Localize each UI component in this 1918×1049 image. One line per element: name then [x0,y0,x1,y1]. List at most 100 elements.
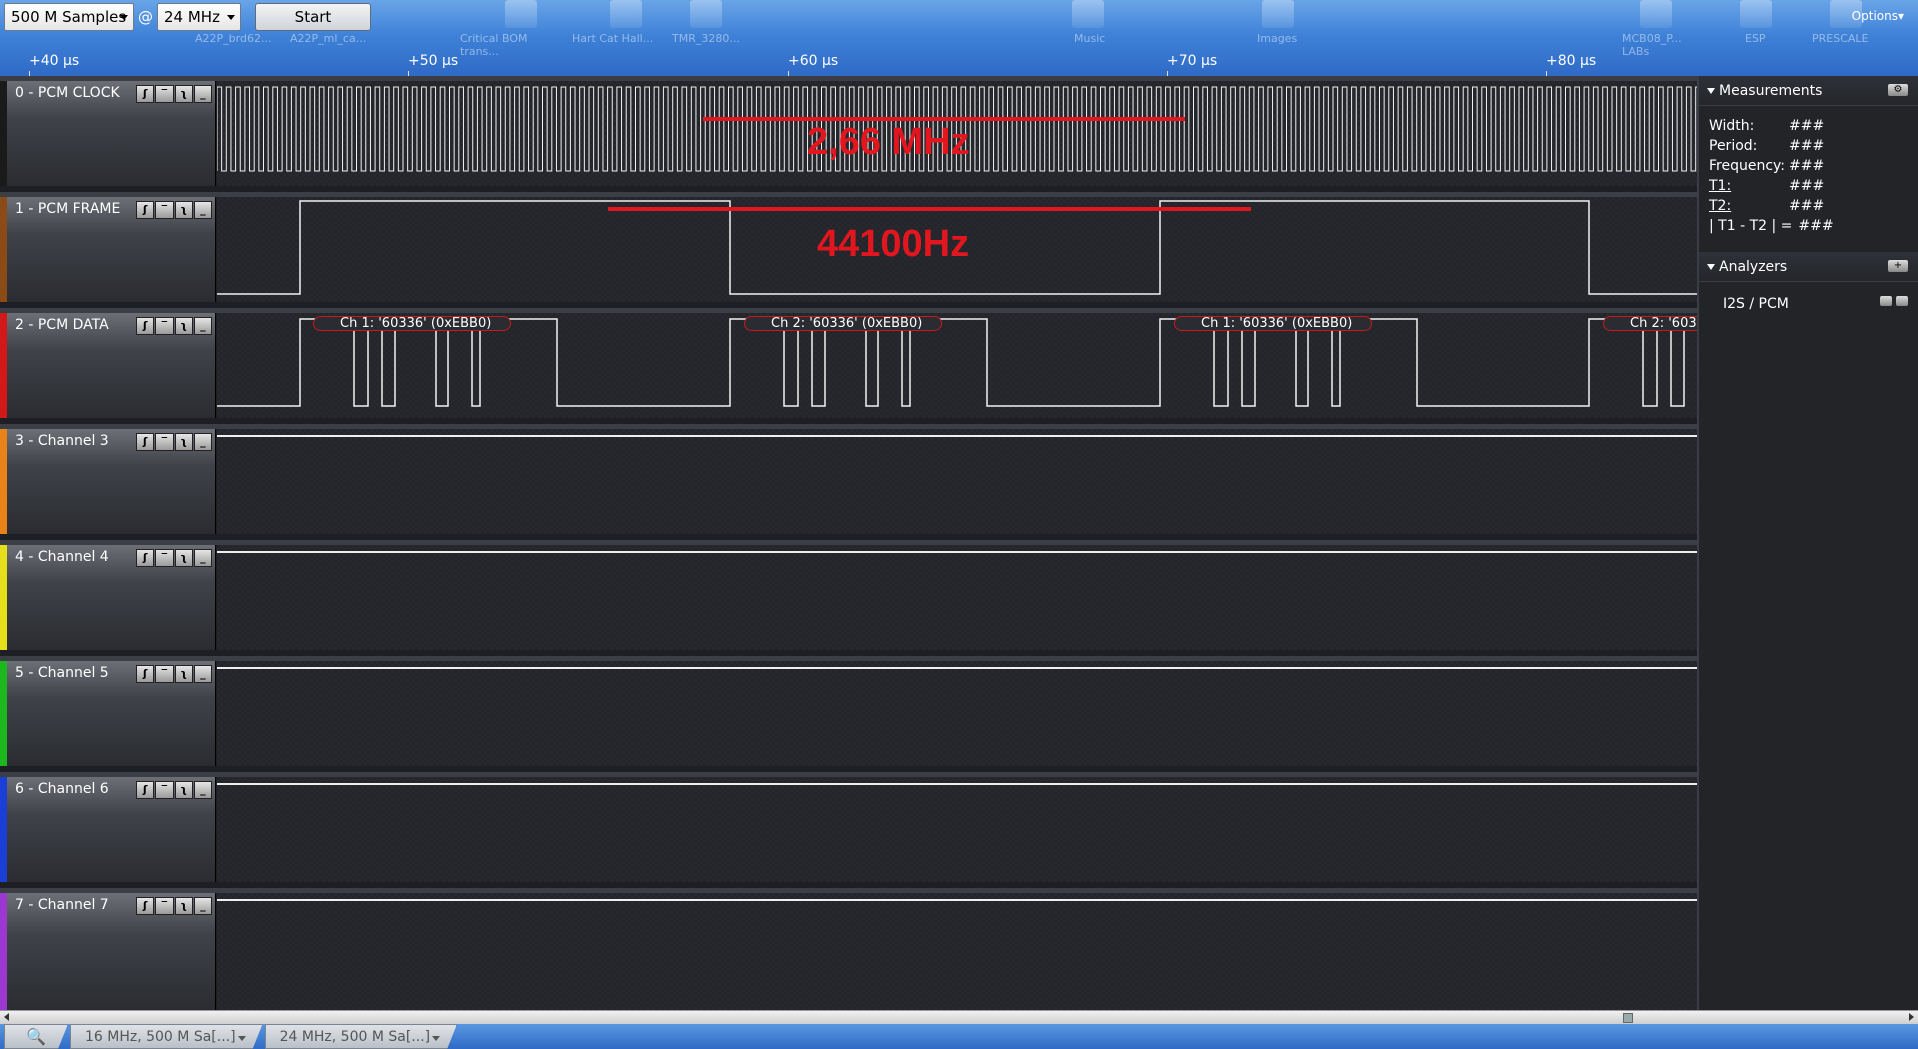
channel-label-panel[interactable]: 2 - PCM DATA ʃ ‾ ʅ _ [0,313,216,418]
clock-waveform-plot[interactable]: 2,66 MHz [217,81,1697,186]
trigger-high-button[interactable]: ‾ [155,85,174,103]
horizontal-scrollbar[interactable] [0,1010,1918,1024]
flat-signal-line [217,435,1697,437]
sample-rate-select[interactable]: 24 MHz [157,3,241,31]
trigger-rising-edge-button[interactable]: ʃ [136,665,155,683]
channel-name: 7 - Channel 7 [15,897,109,913]
trigger-rising-edge-button[interactable]: ʃ [136,549,155,567]
channel-label-panel[interactable]: 1 - PCM FRAME ʃ ‾ ʅ _ [0,197,216,302]
measurement-value: ### [1789,118,1825,134]
tab-label: 24 MHz, 500 M Sa[...] [279,1028,431,1045]
trigger-falling-edge-button[interactable]: ʅ [174,549,193,567]
channel-area: 0 - PCM CLOCK ʃ ‾ ʅ _ 2,66 MHz 1 - PCM F… [0,76,1697,1010]
samples-select[interactable]: 500 M Samples [4,3,134,31]
desktop-folder-icon [1740,0,1772,28]
trigger-high-button[interactable]: ‾ [155,897,174,915]
trigger-low-button[interactable]: _ [193,549,212,567]
frame-waveform-plot[interactable]: 44100Hz [217,197,1697,302]
t1-marker-link[interactable]: T1: [1709,176,1789,196]
close-icon[interactable] [1880,296,1892,306]
data-waveform-plot[interactable]: Ch 1: '60336' (0xEBB0) Ch 2: '60336' (0x… [217,313,1697,418]
tab-session-2[interactable]: 24 MHz, 500 M Sa[...] [265,1024,458,1049]
trigger-rising-edge-button[interactable]: ʃ [136,317,155,335]
decoded-value-bubble[interactable]: Ch 1: '60336' (0xEBB0) [313,316,511,331]
frame-frequency-annotation: 44100Hz [817,223,970,265]
trigger-high-button[interactable]: ‾ [155,665,174,683]
channel-6-plot[interactable] [217,777,1697,882]
desktop-file-icon [505,0,537,28]
side-panel: Measurements ⚙ Width: ### Period: ### Freq… [1697,76,1918,1010]
trigger-low-button[interactable]: _ [193,201,212,219]
channel-label-panel[interactable]: 6 - Channel 6 ʃ ‾ ʅ _ [0,777,216,882]
tab-session-1[interactable]: 16 MHz, 500 M Sa[...] [70,1024,263,1049]
channel-7-plot[interactable] [217,893,1697,1010]
trigger-rising-edge-button[interactable]: ʃ [136,433,155,451]
trigger-high-button[interactable]: ‾ [155,201,174,219]
trigger-falling-edge-button[interactable]: ʅ [174,665,193,683]
scroll-right-icon[interactable] [1909,1013,1914,1021]
time-ruler[interactable]: +40 µs +50 µs +60 µs +70 µs +80 µs [0,50,1700,76]
trigger-falling-edge-button[interactable]: ʅ [174,317,193,335]
trigger-high-button[interactable]: ‾ [155,317,174,335]
trigger-rising-edge-button[interactable]: ʃ [136,201,155,219]
channel-row-1: 1 - PCM FRAME ʃ ‾ ʅ _ 44100Hz [0,192,1697,302]
desktop-icon-label: Music [1074,32,1106,45]
trigger-falling-edge-button[interactable]: ʅ [174,85,193,103]
analyzer-label: I2S / PCM [1723,296,1789,312]
decoded-value-bubble[interactable]: Ch 1: '60336' (0xEBB0) [1174,316,1372,331]
measurements-header[interactable]: Measurements ⚙ [1699,76,1918,106]
trigger-low-button[interactable]: _ [193,317,212,335]
trigger-low-button[interactable]: _ [193,85,212,103]
decoded-value-bubble[interactable]: Ch 2: '6033 [1603,316,1697,331]
trigger-high-button[interactable]: ‾ [155,781,174,799]
scroll-left-icon[interactable] [4,1013,9,1021]
analyzers-header[interactable]: Analyzers + [1699,252,1918,282]
channel-label-panel[interactable]: 7 - Channel 7 ʃ ‾ ʅ _ [0,893,216,1010]
trigger-falling-edge-button[interactable]: ʅ [174,781,193,799]
search-icon[interactable]: 🔍 [4,1024,68,1049]
measurement-value: ### [1798,218,1834,234]
add-analyzer-icon[interactable]: + [1888,260,1908,272]
channel-name: 4 - Channel 4 [15,549,109,565]
measurement-row: T2: ### [1709,196,1918,216]
channel-3-plot[interactable] [217,429,1697,534]
trigger-high-button[interactable]: ‾ [155,549,174,567]
channel-name: 3 - Channel 3 [15,433,109,449]
start-button[interactable]: Start [255,3,371,31]
scroll-thumb[interactable] [1623,1013,1633,1023]
measurement-key: | T1 - T2 | = [1709,218,1793,234]
trigger-high-button[interactable]: ‾ [155,433,174,451]
channel-name: 1 - PCM FRAME [15,201,121,217]
gear-icon[interactable] [1896,296,1908,306]
trigger-low-button[interactable]: _ [193,781,212,799]
gear-icon[interactable]: ⚙ [1888,84,1908,96]
chevron-down-icon[interactable] [432,1036,440,1041]
channel-label-panel[interactable]: 3 - Channel 3 ʃ ‾ ʅ _ [0,429,216,534]
flat-signal-line [217,667,1697,669]
chevron-down-icon[interactable] [238,1036,246,1041]
analyzer-item[interactable]: I2S / PCM [1699,282,1918,312]
decoded-value-bubble[interactable]: Ch 2: '60336' (0xEBB0) [744,316,942,331]
t2-marker-link[interactable]: T2: [1709,196,1789,216]
desktop-icon-label: ESP [1745,32,1766,45]
trigger-low-button[interactable]: _ [193,433,212,451]
channel-4-plot[interactable] [217,545,1697,650]
trigger-falling-edge-button[interactable]: ʅ [174,897,193,915]
options-menu[interactable]: Options▾ [1852,9,1904,23]
annotation-line [608,207,1251,211]
measurement-key: Frequency: [1709,158,1786,174]
trigger-buttons: ʃ ‾ ʅ _ [136,201,212,219]
channel-name: 0 - PCM CLOCK [15,85,120,101]
channel-label-panel[interactable]: 5 - Channel 5 ʃ ‾ ʅ _ [0,661,216,766]
channel-label-panel[interactable]: 4 - Channel 4 ʃ ‾ ʅ _ [0,545,216,650]
trigger-rising-edge-button[interactable]: ʃ [136,781,155,799]
trigger-low-button[interactable]: _ [193,665,212,683]
trigger-rising-edge-button[interactable]: ʃ [136,897,155,915]
trigger-buttons: ʃ ‾ ʅ _ [136,317,212,335]
trigger-rising-edge-button[interactable]: ʃ [136,85,155,103]
channel-label-panel[interactable]: 0 - PCM CLOCK ʃ ‾ ʅ _ [0,81,216,186]
trigger-falling-edge-button[interactable]: ʅ [174,201,193,219]
trigger-low-button[interactable]: _ [193,897,212,915]
trigger-falling-edge-button[interactable]: ʅ [174,433,193,451]
channel-5-plot[interactable] [217,661,1697,766]
